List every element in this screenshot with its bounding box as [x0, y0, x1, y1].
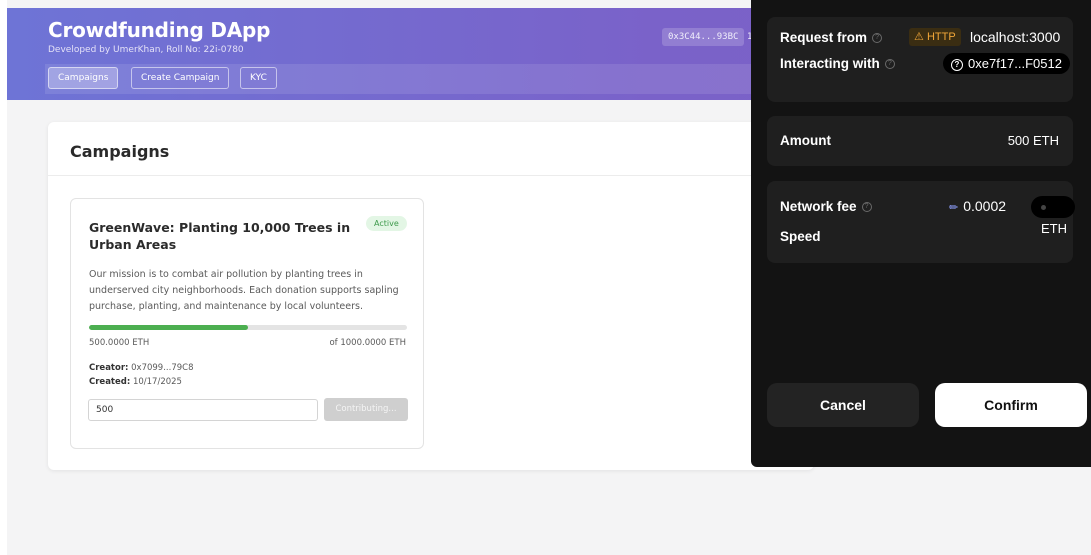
contribute-button[interactable]: Contributing... [324, 398, 408, 421]
contract-address-pill[interactable]: ? 0xe7f17...F0512 [943, 53, 1070, 74]
warning-icon: ⚠ [914, 31, 924, 43]
request-origin: localhost:3000 [970, 29, 1061, 45]
account-address[interactable]: 0x3C44...93BC [662, 28, 745, 46]
goal-amount: of 1000.0000 ETH [329, 338, 406, 348]
http-tag: HTTP [926, 31, 956, 43]
campaigns-panel-header: Campaigns [48, 122, 814, 176]
amount-box: Amount 500 ETH [767, 116, 1073, 166]
speed-label: Speed [780, 229, 821, 244]
eth-icon [1041, 205, 1046, 211]
help-icon[interactable]: ? [872, 33, 883, 44]
created-date: 10/17/2025 [132, 377, 182, 387]
creator-row: Creator: 0x7099...79C8 [89, 363, 193, 373]
app-subtitle: Developed by UmerKhan, Roll No: 22i-0780 [48, 45, 244, 55]
app-title: Crowdfunding DApp [48, 18, 271, 42]
contract-address: 0xe7f17...F0512 [968, 56, 1062, 71]
creator-address: 0x7099...79C8 [131, 363, 194, 373]
campaign-card: GreenWave: Planting 10,000 Trees in Urba… [70, 198, 424, 449]
interacting-with-row: Interacting with? [780, 56, 895, 71]
amount-label: Amount [780, 133, 831, 148]
request-details-box: Request from? ⚠ HTTP localhost:3000 Inte… [767, 17, 1073, 102]
http-warning-badge: ⚠ HTTP [909, 28, 961, 46]
progress-bar [89, 325, 407, 330]
campaign-description: Our mission is to combat air pollution b… [89, 269, 399, 312]
unknown-contract-icon: ? [951, 58, 963, 71]
amount-value: 500 ETH [1007, 133, 1059, 148]
fee-unit-pill: ETH [1031, 196, 1075, 236]
cancel-button[interactable]: Cancel [767, 383, 919, 427]
help-icon[interactable]: ? [884, 59, 895, 70]
progress-fill [89, 325, 248, 330]
confirm-button[interactable]: Confirm [935, 383, 1087, 427]
created-row: Created: 10/17/2025 [89, 377, 182, 387]
interacting-with-label: Interacting with [780, 56, 880, 71]
nav-kyc-button[interactable]: KYC [240, 67, 277, 89]
request-from-label: Request from [780, 30, 868, 45]
nav-campaigns-button[interactable]: Campaigns [48, 67, 119, 89]
wallet-confirmation-popup: Request from? ⚠ HTTP localhost:3000 Inte… [751, 0, 1091, 467]
fee-edit[interactable]: ✏ 0.0002 [949, 198, 1006, 214]
creator-label: Creator: [89, 363, 129, 373]
page: Crowdfunding DApp Developed by UmerKhan,… [0, 0, 1091, 555]
status-badge: Active [366, 216, 407, 231]
raised-amount: 500.0000 ETH [89, 338, 150, 348]
page-title: Campaigns [70, 142, 170, 161]
campaign-title: GreenWave: Planting 10,000 Trees in Urba… [89, 220, 351, 252]
fee-unit: ETH [1041, 221, 1067, 236]
pencil-icon[interactable]: ✏ [949, 201, 958, 214]
contribution-amount-input[interactable] [88, 399, 318, 421]
network-fee-row: Network fee? [780, 199, 872, 214]
fee-value: 0.0002 [963, 198, 1007, 214]
help-icon[interactable]: ? [861, 202, 872, 213]
network-fee-box: Network fee? ✏ 0.0002 ETH Speed [767, 181, 1075, 263]
nav-create-campaign-button[interactable]: Create Campaign [131, 67, 230, 89]
request-from-row: Request from? [780, 30, 883, 45]
created-label: Created: [89, 377, 131, 387]
network-fee-label: Network fee [780, 199, 857, 214]
